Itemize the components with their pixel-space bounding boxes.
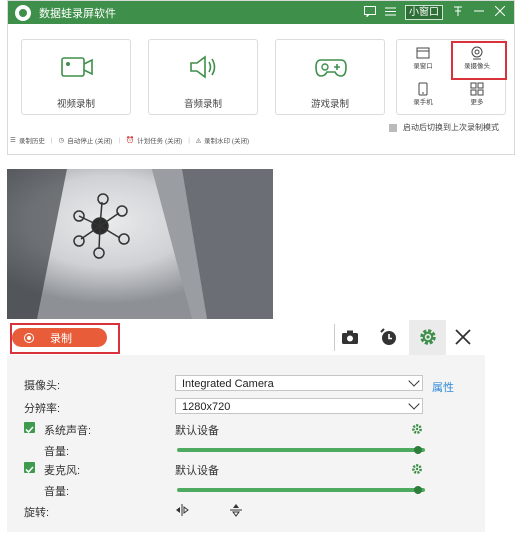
more-grid-icon [470,82,484,96]
auto-switch-label: 启动后切换到上次录制模式 [403,123,499,132]
record-window-label: 录窗口 [413,63,433,70]
recorder-toolbar: 录制 [7,320,485,355]
system-audio-label: 系统声音: [44,425,92,437]
main-window: 数据蛙录屏软件 小窗口 视频录制 音频录制 游戏录制 录窗口 录摄像头 录手机 … [7,0,515,155]
chevron-down-icon [408,375,420,387]
chevron-down-icon [408,398,420,410]
game-record-label: 游戏录制 [310,99,349,110]
mic-device: 默认设备 [175,465,219,477]
camera-select[interactable]: Integrated Camera [175,375,423,391]
clock-icon: ◷ [58,137,65,144]
phone-icon [418,82,428,96]
speaker-icon [190,55,216,79]
more-tools-label: 更多 [470,99,484,106]
alarm-icon: ⏰ [126,137,135,144]
resolution-select-value: 1280x720 [182,401,231,413]
camera-select-value: Integrated Camera [182,378,274,390]
close-icon[interactable] [493,5,506,19]
app-title: 数据蛙录屏软件 [39,7,116,20]
minimize-icon[interactable] [472,6,485,19]
mic-volume-knob[interactable] [413,486,422,494]
record-phone-label: 录手机 [413,99,433,106]
mini-window-button[interactable]: 小窗口 [405,5,443,20]
toolbar-divider [334,324,335,351]
mic-volume-label: 音量: [44,486,70,498]
record-window-tool[interactable]: 录窗口 [405,44,441,74]
flip-vertical-icon[interactable] [229,503,243,517]
history-link[interactable]: 录制历史 [19,135,45,145]
menu-icon[interactable] [384,6,397,19]
checkmark-icon [25,466,34,474]
flip-horizontal-icon[interactable] [175,503,189,517]
mic-volume-slider[interactable] [177,486,425,494]
close-panel-icon[interactable] [452,326,474,348]
record-button[interactable]: 录制 [12,328,107,347]
watermark-icon: ◬ [195,137,201,144]
resolution-select[interactable]: 1280x720 [175,398,423,414]
system-audio-device: 默认设备 [175,425,219,437]
webcam-preview-image [7,169,273,319]
audio-record-label: 音频录制 [183,99,222,110]
auto-switch-option[interactable]: 启动后切换到上次录制模式 [389,122,499,133]
video-camera-icon [61,57,93,77]
audio-record-card[interactable]: 音频录制 [148,39,258,115]
system-audio-settings-icon[interactable] [411,423,423,435]
more-tools[interactable]: 更多 [459,80,495,110]
webcam-recorder-panel: 录制 摄像头: Integrated Camera 属性 分辨率: 1280x7… [7,320,485,532]
list-icon: ☰ [10,137,16,144]
record-button-label: 录制 [50,332,72,345]
record-dot-icon [24,332,34,343]
system-audio-checkbox[interactable] [24,422,35,434]
checkmark-icon [25,426,34,434]
video-record-card[interactable]: 视频录制 [21,39,131,115]
video-record-label: 视频录制 [56,99,95,110]
record-phone-tool[interactable]: 录手机 [405,80,441,110]
camera-label: 摄像头: [24,380,61,392]
schedule-link[interactable]: 计划任务 (关闭) [137,135,182,145]
gamepad-icon [315,59,347,77]
mic-label: 麦克风: [44,465,81,477]
pin-icon[interactable] [451,6,464,20]
rotate-label: 旋转: [24,507,50,519]
title-bar: 数据蛙录屏软件 小窗口 [8,1,514,24]
schedule-clock-icon[interactable] [377,326,399,348]
system-volume-label: 音量: [44,446,70,458]
window-icon [416,47,430,59]
resolution-label: 分辨率: [24,403,61,415]
status-bar: ☰ 录制历史 | ◷ 自动停止 (关闭) | ⏰ 计划任务 (关闭) | ◬ 录… [10,135,250,146]
watermark-link[interactable]: 录制水印 (关闭) [204,135,249,145]
webcam-preview [7,169,273,319]
auto-switch-checkbox[interactable] [389,123,397,132]
camera-properties-link[interactable]: 属性 [432,379,454,395]
mic-checkbox[interactable] [24,462,35,474]
chat-icon[interactable] [363,5,376,20]
app-logo-icon [15,4,31,21]
system-volume-knob[interactable] [413,446,422,454]
mic-settings-icon[interactable] [411,463,423,475]
system-volume-slider[interactable] [177,446,425,454]
webcam-highlight-box [451,41,507,80]
settings-gear-icon[interactable] [417,326,439,348]
snapshot-camera-icon[interactable] [339,326,361,348]
game-record-card[interactable]: 游戏录制 [275,39,385,115]
auto-stop-link[interactable]: 自动停止 (关闭) [67,135,112,145]
